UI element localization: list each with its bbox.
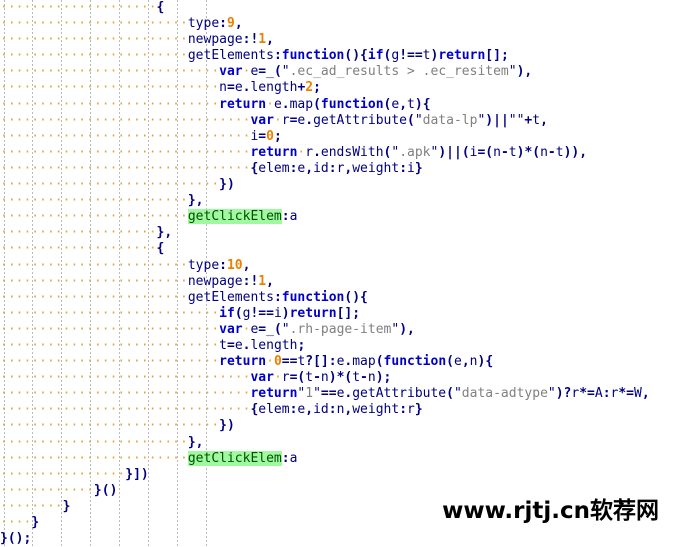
code-line[interactable]: ····························var·e=_(".ec… bbox=[0, 64, 650, 80]
code-line[interactable]: ························type:9, bbox=[0, 16, 650, 32]
leading-whitespace: ························ bbox=[0, 257, 188, 273]
leading-whitespace: ························ bbox=[0, 450, 188, 466]
code-line[interactable]: ································var·r=(t… bbox=[0, 370, 650, 386]
code-line[interactable]: ································return"1… bbox=[0, 386, 650, 402]
leading-whitespace: ································ bbox=[0, 144, 251, 160]
leading-whitespace: ································ bbox=[0, 370, 251, 386]
leading-whitespace: ···························· bbox=[0, 354, 220, 370]
leading-whitespace: ································ bbox=[0, 128, 251, 144]
code-line[interactable]: ························}, bbox=[0, 435, 650, 451]
code-line[interactable]: ························getElements:func… bbox=[0, 48, 650, 64]
leading-whitespace: ························ bbox=[0, 209, 188, 225]
code-editor[interactable]: ····················{···················… bbox=[0, 0, 673, 547]
code-line[interactable]: ····························return·0==t?… bbox=[0, 354, 650, 370]
leading-whitespace: ························ bbox=[0, 434, 188, 450]
leading-whitespace: ································ bbox=[0, 160, 251, 176]
leading-whitespace: ···························· bbox=[0, 177, 220, 193]
leading-whitespace: ························ bbox=[0, 273, 188, 289]
code-line[interactable]: ····················{ bbox=[0, 241, 650, 257]
leading-whitespace: ···························· bbox=[0, 321, 220, 337]
code-line[interactable]: ························getClickElem:a bbox=[0, 209, 650, 225]
code-line[interactable]: ························type:10, bbox=[0, 258, 650, 274]
leading-whitespace: ································ bbox=[0, 386, 251, 402]
leading-whitespace: ························ bbox=[0, 16, 188, 32]
code-line[interactable]: ································{elem:e,… bbox=[0, 161, 650, 177]
leading-whitespace: ···························· bbox=[0, 80, 220, 96]
code-line[interactable]: ····························var·e=_(".rh… bbox=[0, 322, 650, 338]
leading-whitespace: ···························· bbox=[0, 418, 220, 434]
code-line[interactable]: ····················}, bbox=[0, 225, 650, 241]
code-line[interactable]: ····························t=e.length; bbox=[0, 338, 650, 354]
code-line[interactable]: ························}, bbox=[0, 193, 650, 209]
code-line[interactable]: ································return·r… bbox=[0, 145, 650, 161]
leading-whitespace: ···· bbox=[0, 515, 32, 530]
code-line[interactable]: ····························n=e.length+2… bbox=[0, 80, 650, 96]
leading-whitespace: ························ bbox=[0, 32, 188, 48]
leading-whitespace: ···················· bbox=[0, 0, 157, 15]
leading-whitespace: ···················· bbox=[0, 225, 157, 241]
code-line[interactable]: ························getClickElem:a bbox=[0, 450, 650, 467]
code-line[interactable]: ····························if(g!==i)ret… bbox=[0, 306, 650, 322]
leading-whitespace: ························ bbox=[0, 193, 188, 209]
code-line[interactable]: ····························}) bbox=[0, 177, 650, 193]
leading-whitespace: ································ bbox=[0, 112, 251, 128]
code-line[interactable]: ························newpage:!1, bbox=[0, 32, 650, 48]
code-line[interactable]: ························getElements:func… bbox=[0, 290, 650, 306]
leading-whitespace: ························ bbox=[0, 48, 188, 64]
code-content[interactable]: ····················{···················… bbox=[0, 0, 650, 547]
leading-whitespace: ························ bbox=[0, 289, 188, 305]
leading-whitespace: ································ bbox=[0, 402, 251, 418]
leading-whitespace: ···························· bbox=[0, 305, 220, 321]
leading-whitespace: ···························· bbox=[0, 64, 220, 80]
code-line[interactable]: ····························return·e.map… bbox=[0, 97, 650, 113]
leading-whitespace: ···················· bbox=[0, 241, 157, 257]
leading-whitespace: ············ bbox=[0, 482, 94, 498]
leading-whitespace: ···························· bbox=[0, 96, 220, 112]
leading-whitespace: ················ bbox=[0, 466, 126, 482]
leading-whitespace: ········ bbox=[0, 498, 63, 514]
code-line[interactable]: ································{elem:e,… bbox=[0, 402, 650, 418]
code-line[interactable]: }(); bbox=[0, 531, 650, 547]
code-line[interactable]: ················}]) bbox=[0, 467, 650, 483]
site-watermark: www.rjtj.cn软荐网 bbox=[442, 498, 659, 524]
code-line[interactable]: ····························}) bbox=[0, 418, 650, 434]
code-line[interactable]: ························newpage:!1, bbox=[0, 274, 650, 290]
code-line[interactable]: ····················{ bbox=[0, 0, 650, 16]
code-line[interactable]: ································var·r=e.… bbox=[0, 113, 650, 129]
leading-whitespace: ···························· bbox=[0, 337, 220, 353]
code-line[interactable]: ································i=0; bbox=[0, 129, 650, 145]
